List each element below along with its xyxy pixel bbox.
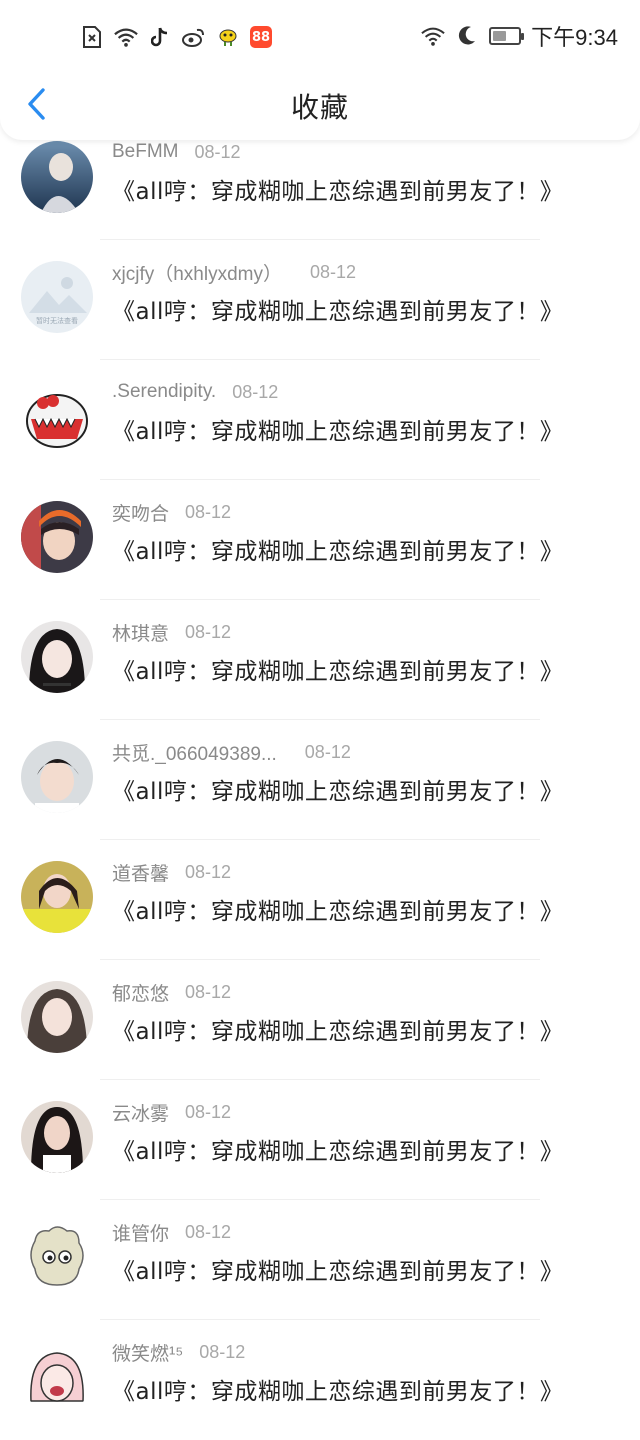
moon-icon (455, 24, 479, 48)
avatar[interactable] (21, 141, 93, 213)
user-name: 奕吻合 (112, 503, 170, 525)
novel-title[interactable]: 《all哼：穿成糊咖上恋综遇到前男友了！》 (112, 412, 563, 446)
list-item[interactable]: .Serendipity. 08-12 《all哼：穿成糊咖上恋综遇到前男友了！… (0, 360, 640, 480)
avatar[interactable] (21, 1341, 93, 1413)
user-name: 微笑燃¹⁵ (112, 1343, 184, 1365)
date: 08-12 (185, 981, 232, 1002)
user-name: 共觅._066049389... (112, 743, 277, 765)
avatar[interactable] (21, 741, 93, 813)
user-name: 道香馨 (112, 863, 170, 885)
avatar[interactable] (21, 381, 93, 453)
title-bar: 收藏 (0, 72, 640, 138)
date: 08-12 (194, 141, 241, 162)
user-name: 云冰雾 (112, 1103, 170, 1125)
user-name: 郁恋悠 (112, 983, 170, 1005)
user-name: xjcjfy（hxhlyxdmy） (112, 263, 282, 285)
user-name: 林琪意 (112, 623, 170, 645)
list-item[interactable]: 谁管你 08-12 《all哼：穿成糊咖上恋综遇到前男友了！》 (0, 1200, 640, 1320)
date: 08-12 (199, 1341, 246, 1362)
date: 08-12 (185, 1221, 232, 1242)
user-name: BeFMM (112, 141, 179, 162)
avatar[interactable] (21, 981, 93, 1053)
list-item[interactable]: 云冰雾 08-12 《all哼：穿成糊咖上恋综遇到前男友了！》 (0, 1080, 640, 1200)
date: 08-12 (185, 861, 232, 882)
novel-title[interactable]: 《all哼：穿成糊咖上恋综遇到前男友了！》 (112, 772, 563, 806)
list-item[interactable]: 道香馨 08-12 《all哼：穿成糊咖上恋综遇到前男友了！》 (0, 840, 640, 960)
novel-title[interactable]: 《all哼：穿成糊咖上恋综遇到前男友了！》 (112, 532, 563, 566)
list-item[interactable]: 微笑燃¹⁵ 08-12 《all哼：穿成糊咖上恋综遇到前男友了！》 (0, 1320, 640, 1440)
list-item[interactable]: 共觅._066049389... 08-12 《all哼：穿成糊咖上恋综遇到前男… (0, 720, 640, 840)
novel-title[interactable]: 《all哼：穿成糊咖上恋综遇到前男友了！》 (112, 172, 563, 206)
wifi-icon (114, 25, 138, 49)
avatar[interactable] (21, 1221, 93, 1293)
wifi-icon (421, 24, 445, 48)
date: 08-12 (232, 381, 279, 402)
page-title: 收藏 (290, 91, 349, 124)
avatar[interactable] (21, 621, 93, 693)
list-item[interactable]: 郁恋悠 08-12 《all哼：穿成糊咖上恋综遇到前男友了！》 (0, 960, 640, 1080)
novel-title[interactable]: 《all哼：穿成糊咖上恋综遇到前男友了！》 (112, 1012, 563, 1046)
clock: 下午9:34 (531, 25, 618, 50)
novel-title[interactable]: 《all哼：穿成糊咖上恋综遇到前男友了！》 (112, 652, 563, 686)
date: 08-12 (309, 261, 357, 282)
sim-missing-icon (80, 25, 104, 49)
svg-text:暂时无法查看: 暂时无法查看 (36, 316, 78, 325)
user-name: .Serendipity. (112, 381, 217, 402)
app-header: 88 下午9:34 收藏 (0, 0, 640, 140)
avatar[interactable] (21, 1101, 93, 1173)
avatar[interactable] (21, 861, 93, 933)
date: 08-12 (185, 621, 232, 642)
avatar[interactable] (21, 501, 93, 573)
weibo-icon (182, 25, 206, 49)
avatar[interactable]: 暂时无法查看 (21, 261, 93, 333)
novel-title[interactable]: 《all哼：穿成糊咖上恋综遇到前男友了！》 (112, 1372, 563, 1406)
app-icon: 88 (250, 26, 272, 48)
list-item[interactable]: 奕吻合 08-12 《all哼：穿成糊咖上恋综遇到前男友了！》 (0, 480, 640, 600)
novel-title[interactable]: 《all哼：穿成糊咖上恋综遇到前男友了！》 (112, 1252, 563, 1286)
date: 08-12 (185, 501, 232, 522)
novel-title[interactable]: 《all哼：穿成糊咖上恋综遇到前男友了！》 (112, 892, 563, 926)
list-item[interactable]: 暂时无法查看 xjcjfy（hxhlyxdmy） 08-12 《all哼：穿成糊… (0, 240, 640, 360)
tiktok-icon (148, 25, 172, 49)
date: 08-12 (304, 741, 351, 762)
list-item[interactable]: 林琪意 08-12 《all哼：穿成糊咖上恋综遇到前男友了！》 (0, 600, 640, 720)
user-name: 谁管你 (112, 1223, 170, 1245)
status-bar: 88 下午9:34 (0, 0, 640, 72)
novel-title[interactable]: 《all哼：穿成糊咖上恋综遇到前男友了！》 (112, 1132, 563, 1166)
date: 08-12 (185, 1101, 232, 1122)
battery-icon (489, 27, 525, 45)
novel-title[interactable]: 《all哼：穿成糊咖上恋综遇到前男友了！》 (112, 292, 563, 326)
bird-icon (216, 25, 240, 49)
